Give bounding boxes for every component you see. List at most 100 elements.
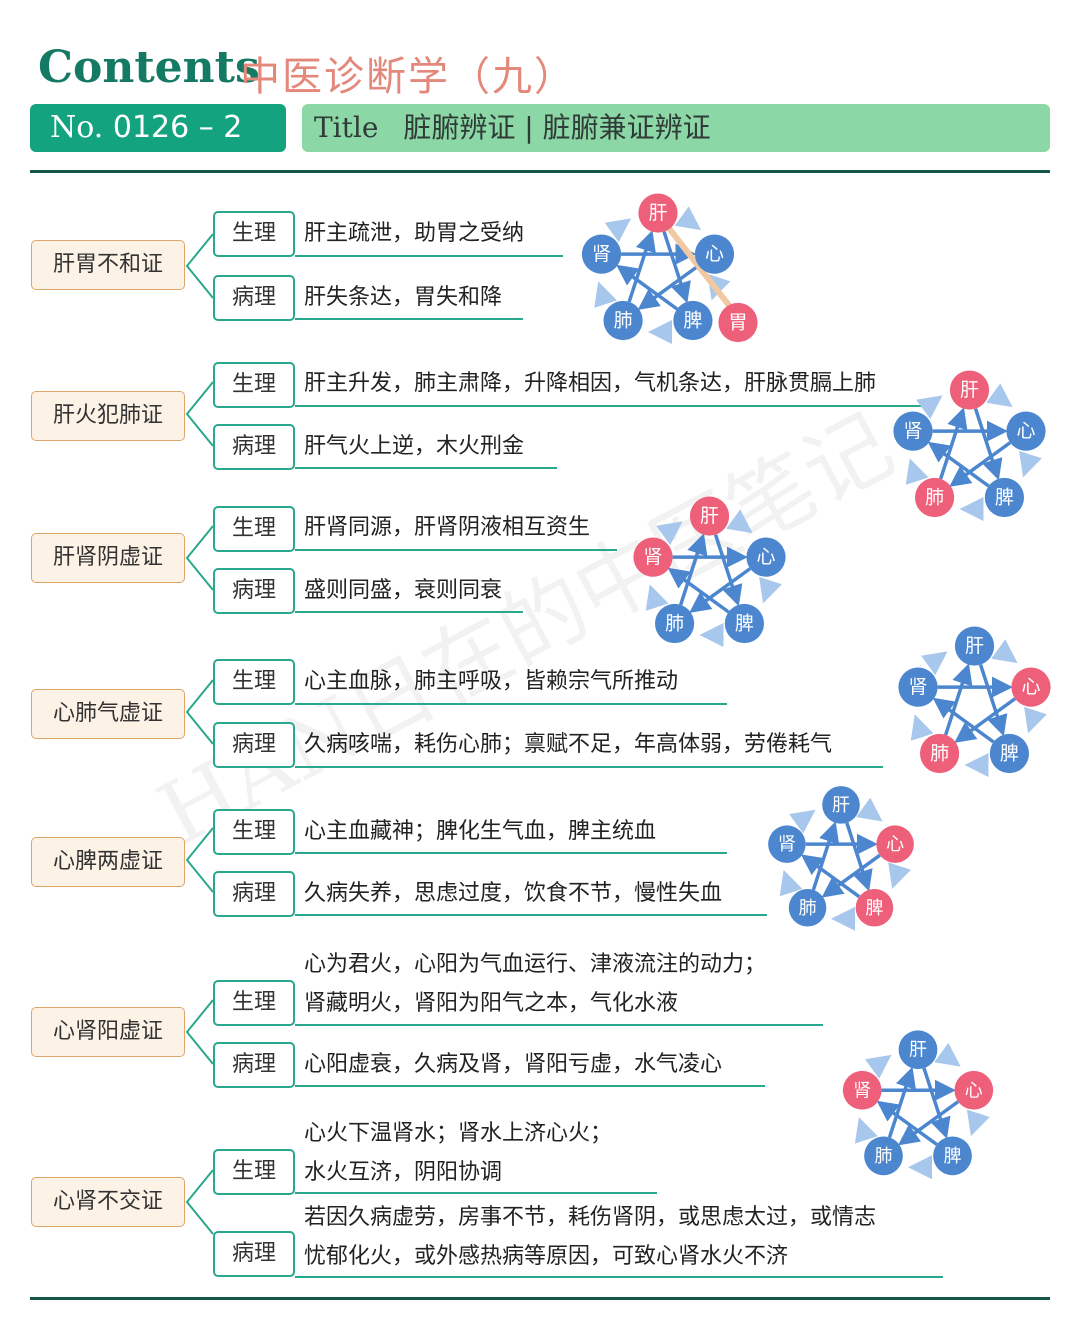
physiology-tag-1: 生理 [213,211,295,257]
generate-arrow [726,509,753,534]
number-banner: No. 0126 – 2 [30,104,286,152]
physiology-tag-4: 生理 [213,659,295,705]
bracket-7 [185,1169,214,1235]
generate-arrow [888,862,912,889]
pathology-underline-4 [295,766,883,768]
generate-arrow [604,218,632,243]
physiology-text-6b: 肾藏明火，肾阳为阳气之本，气化水液 [304,991,679,1016]
physiology-text-5: 心主血藏神；脾化生气血，脾主统血 [304,819,657,844]
physiology-text-3: 肝肾同源，肝肾阴液相互资生 [304,515,591,540]
spleen-label: 脾 [995,487,1014,509]
generate-arrow [865,1054,892,1079]
generate-arrow [779,869,803,897]
lung-label: 肺 [799,898,817,919]
generate-arrow [759,576,782,604]
physiology-text-6a: 心为君火，心阳为气血运行、津液流注的动力； [304,952,767,977]
pathology-text-1: 肝失条达，胃失和降 [304,285,503,310]
pathology-tag-1: 病理 [213,275,295,321]
generate-arrow [594,281,618,308]
physiology-underline-5 [295,852,727,854]
physiology-tag-2: 生理 [213,362,295,408]
heart-label: 心 [1021,676,1040,698]
heart-label: 心 [965,1080,983,1101]
generate-arrow [905,458,929,485]
pathology-text-3: 盛则同盛，衰则同衰 [304,578,503,603]
bracket-4 [185,679,214,745]
physiology-text-7b: 水火互济，阴阳协调 [304,1160,503,1185]
physiology-tag-5: 生理 [213,809,295,855]
lung-label: 肺 [875,1146,893,1167]
pathology-tag-4: 病理 [213,722,295,768]
five-phase-diagram-3: 肝心脾 肺 肾 [633,496,786,648]
number-value: 0126 – 2 [112,110,243,145]
physiology-underline-2 [295,405,923,407]
pathology-text-5: 久病失养，思虑过度，饮食不节，慢性失血 [304,881,723,906]
heart-label: 心 [705,243,724,265]
pathology-underline-6 [295,1085,765,1087]
generate-arrow [916,395,943,420]
liver-label: 肝 [700,505,719,527]
kidney-label: 肾 [908,676,927,698]
pathology-underline-2 [295,467,557,469]
bracket-1 [185,233,214,299]
physiology-underline-3 [295,549,617,551]
lung-label: 肺 [614,310,633,332]
liver-label: 肝 [832,795,850,816]
kidney-label: 肾 [853,1080,871,1101]
five-phase-diagram-5: 肝心脾 肺 肾 [768,786,914,931]
physiology-text-1: 肝主疏泄，助胃之受纳 [304,221,525,246]
syndrome-4-name: 心肺气虚证 [31,689,185,739]
bracket-2 [185,381,214,447]
physiology-underline-4 [295,703,727,705]
physiology-underline-1 [295,255,563,257]
pathology-tag-2: 病理 [213,424,295,470]
title-label: Title [314,111,379,144]
generate-arrow [789,809,816,834]
generate-arrow [966,1109,990,1137]
generate-arrow [921,651,948,676]
kidney-label: 肾 [778,834,796,855]
title-banner: Title 脏腑辨证 | 脏腑兼证辨证 [302,104,1050,152]
heart-label: 心 [756,546,775,568]
liver-label: 肝 [965,635,984,657]
control-arrow [943,663,973,736]
spleen-label: 脾 [865,898,883,919]
number-label: No. [50,110,104,145]
control-arrow [887,1066,916,1138]
liver-label: 肝 [960,379,979,401]
spleen-label: 脾 [943,1146,961,1167]
kidney-label: 肾 [903,420,922,442]
generate-arrow [1019,450,1042,478]
control-arrow [678,533,708,606]
spleen-label: 脾 [1000,743,1019,765]
lung-label: 肺 [930,743,949,765]
pathology-underline-1 [295,318,523,320]
generate-arrow [986,383,1013,408]
liver-label: 肝 [648,202,667,224]
five-phase-diagram-1: 胃 肝心脾 肺 肾 [581,193,758,345]
pathology-text-7b: 忧郁化火，或外感热病等原因，可致心肾水火不济 [304,1244,789,1269]
top-divider [30,170,1050,173]
five-phase-diagram-2: 肝心脾 肺 肾 [893,370,1046,522]
liver-label: 肝 [909,1040,927,1061]
generate-arrow [854,1117,878,1144]
generate-arrow [934,1042,961,1067]
syndrome-3-name: 肝肾阴虚证 [31,533,185,583]
pathology-tag-3: 病理 [213,568,295,614]
pathology-underline-5 [295,914,767,916]
heart-label: 心 [1016,420,1035,442]
five-phase-diagram-6: 肝心脾 肺 肾 [842,1030,994,1180]
bottom-divider [30,1297,1050,1300]
pathology-text-2: 肝气火上逆，木火刑金 [304,434,525,459]
pathology-tag-5: 病理 [213,871,295,917]
generate-arrow [656,521,683,546]
control-arrow [627,230,656,303]
lung-label: 肺 [665,613,684,635]
five-phase-diagram-4: 肝心脾 肺 肾 [898,626,1051,778]
bracket-5 [185,827,214,893]
generate-arrow [910,714,934,741]
generate-arrow [674,206,702,231]
syndrome-5-name: 心脾两虚证 [31,837,185,887]
pathology-tag-7: 病理 [213,1231,295,1277]
physiology-tag-3: 生理 [213,506,295,552]
